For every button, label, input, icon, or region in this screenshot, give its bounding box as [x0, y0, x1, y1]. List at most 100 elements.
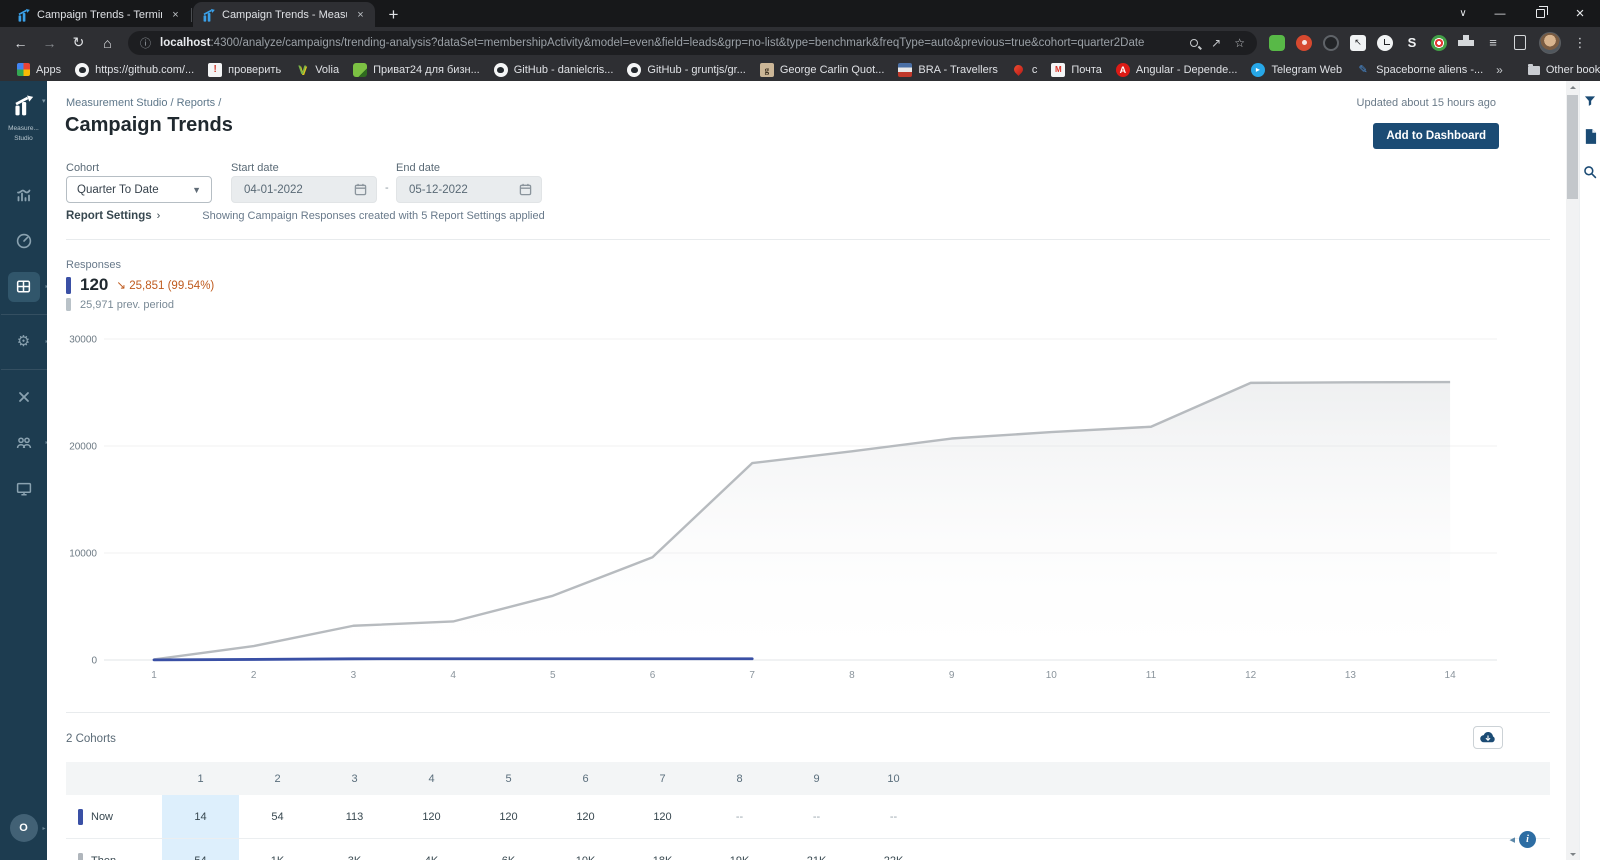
- home-button[interactable]: ⌂: [95, 30, 120, 55]
- s-letter-extension-icon[interactable]: S: [1404, 35, 1420, 51]
- back-button[interactable]: ←: [8, 30, 33, 55]
- grid-report-icon: [16, 280, 31, 293]
- clock-extension-icon[interactable]: [1377, 34, 1393, 51]
- table-cell[interactable]: 19K: [701, 839, 778, 860]
- table-cell[interactable]: --: [855, 795, 932, 838]
- sidebar-item-partners[interactable]: ▸: [8, 428, 49, 458]
- table-cell[interactable]: 4K: [393, 839, 470, 860]
- table-row[interactable]: Then 541K3K4K6K10K18K19K21K22K: [66, 839, 1550, 860]
- bookmark-item[interactable]: g George Carlin Quot...: [753, 61, 892, 79]
- bookmarks-overflow-chevron[interactable]: »: [1490, 63, 1509, 77]
- bookmark-star-icon[interactable]: ☆: [1234, 36, 1245, 50]
- table-cell[interactable]: 22K: [855, 839, 932, 860]
- address-bar[interactable]: ⓘ localhost:4300/analyze/campaigns/trend…: [128, 30, 1257, 55]
- scrollbar-thumb[interactable]: [1567, 95, 1578, 199]
- reload-button[interactable]: ↻: [66, 30, 91, 55]
- search-icon[interactable]: [1583, 165, 1597, 179]
- sidebar-item-tools[interactable]: [8, 382, 40, 412]
- sidebar-item-analytics[interactable]: [8, 180, 40, 210]
- puzzle-extensions-menu-icon[interactable]: [1458, 35, 1474, 51]
- scroll-down-arrow[interactable]: [1566, 848, 1579, 860]
- bookmark-item[interactable]: BRA - Travellers: [891, 61, 1004, 79]
- bookmark-item[interactable]: ▸ Telegram Web: [1244, 61, 1349, 79]
- tab-close-icon[interactable]: ×: [168, 7, 183, 22]
- table-cell[interactable]: 120: [547, 795, 624, 838]
- table-cell[interactable]: 113: [316, 795, 393, 838]
- window-restore-button[interactable]: [1520, 0, 1560, 27]
- cohort-value: Quarter To Date: [77, 183, 159, 196]
- scroll-up-arrow[interactable]: [1566, 81, 1579, 93]
- playlist-extension-icon[interactable]: ≡: [1485, 35, 1501, 51]
- tablet-device-icon[interactable]: [1512, 35, 1528, 51]
- table-cell[interactable]: 14: [162, 795, 239, 838]
- table-cell[interactable]: 120: [470, 795, 547, 838]
- table-cell[interactable]: 10K: [547, 839, 624, 860]
- table-cell[interactable]: 54: [162, 839, 239, 860]
- sidebar-item-presentations[interactable]: [8, 474, 40, 504]
- bookmark-item[interactable]: M Почта: [1044, 61, 1109, 79]
- dark-ring-extension-icon[interactable]: [1323, 34, 1339, 51]
- download-button[interactable]: [1473, 726, 1503, 749]
- share-icon[interactable]: ↗: [1211, 36, 1221, 50]
- table-cell[interactable]: 18K: [624, 839, 701, 860]
- breadcrumb[interactable]: Measurement Studio / Reports /: [66, 97, 221, 109]
- bookmark-item[interactable]: c: [1005, 61, 1045, 79]
- site-info-icon[interactable]: ⓘ: [140, 35, 151, 51]
- table-cell[interactable]: 54: [239, 795, 316, 838]
- red-record-extension-icon[interactable]: [1296, 34, 1312, 51]
- table-cell[interactable]: 6K: [470, 839, 547, 860]
- table-cell[interactable]: --: [778, 795, 855, 838]
- add-to-dashboard-button[interactable]: Add to Dashboard: [1373, 123, 1499, 149]
- bookmark-item[interactable]: ! проверить: [201, 61, 288, 79]
- user-avatar[interactable]: O ▸: [9, 814, 46, 842]
- bookmark-item[interactable]: V Volia: [288, 61, 346, 79]
- bookmark-item[interactable]: GitHub - gruntjs/gr...: [620, 61, 752, 79]
- document-icon[interactable]: [1584, 129, 1597, 144]
- browser-menu-icon[interactable]: ⋮: [1572, 35, 1588, 51]
- row-label: Then: [91, 855, 116, 860]
- bookmark-apps[interactable]: Apps: [10, 61, 68, 78]
- x-axis-tick-label: 14: [1445, 670, 1457, 681]
- browser-tab-measurement-studio[interactable]: Campaign Trends - Measuremen ×: [193, 2, 375, 27]
- start-date-input[interactable]: 04-01-2022: [231, 176, 377, 203]
- bookmark-item[interactable]: Приват24 для бизн...: [346, 61, 487, 79]
- vertical-scrollbar[interactable]: [1566, 81, 1579, 860]
- table-cell[interactable]: --: [701, 795, 778, 838]
- tab-close-icon[interactable]: ×: [353, 7, 368, 22]
- other-bookmarks-button[interactable]: Other bookmarks: [1521, 62, 1600, 78]
- table-row[interactable]: Now 14 54 113 120 120 120 120 -- -- --: [66, 795, 1550, 839]
- bookmark-item[interactable]: GitHub - danielcris...: [487, 61, 621, 79]
- forward-button[interactable]: →: [37, 30, 62, 55]
- end-date-input[interactable]: 05-12-2022: [396, 176, 542, 203]
- new-tab-button[interactable]: +: [381, 2, 406, 27]
- white-cursor-extension-icon[interactable]: ↖: [1350, 34, 1366, 51]
- table-cell[interactable]: 120: [624, 795, 701, 838]
- collapse-left-icon[interactable]: ◂: [1509, 833, 1515, 846]
- colorful-target-extension-icon[interactable]: [1431, 34, 1447, 51]
- bookmark-item[interactable]: A Angular - Depende...: [1109, 61, 1245, 79]
- report-settings-link[interactable]: Report Settings: [66, 210, 152, 222]
- cohort-select[interactable]: Quarter To Date ▼: [66, 176, 212, 203]
- info-icon[interactable]: i: [1519, 831, 1536, 848]
- sidebar-item-reports[interactable]: ▸: [7, 271, 49, 302]
- brand-logo[interactable]: ▾: [11, 94, 46, 121]
- browser-tab-terminus-hub[interactable]: Campaign Trends - Terminus Hub ×: [8, 2, 190, 27]
- green-shield-extension-icon[interactable]: [1269, 34, 1285, 51]
- table-cell[interactable]: 21K: [778, 839, 855, 860]
- window-minimize-button[interactable]: —: [1480, 0, 1520, 27]
- profile-avatar[interactable]: [1539, 31, 1561, 54]
- filter-funnel-icon[interactable]: [1583, 94, 1597, 108]
- folder-icon: [1527, 64, 1540, 75]
- url-text[interactable]: localhost:4300/analyze/campaigns/trendin…: [160, 37, 1180, 49]
- bookmark-item[interactable]: ✎ Spaceborne aliens -...: [1349, 61, 1490, 79]
- x-axis-tick-label: 4: [450, 670, 456, 681]
- bookmark-item[interactable]: https://github.com/...: [68, 61, 201, 79]
- zoom-icon[interactable]: [1190, 38, 1199, 47]
- table-cell[interactable]: 1K: [239, 839, 316, 860]
- table-cell[interactable]: 120: [393, 795, 470, 838]
- table-cell[interactable]: 3K: [316, 839, 393, 860]
- sidebar-item-dashboard[interactable]: [8, 226, 40, 256]
- sidebar-item-settings[interactable]: ⚙ ▸: [8, 327, 49, 357]
- window-close-button[interactable]: ×: [1560, 0, 1600, 27]
- tab-search-chevron-icon[interactable]: ∨: [1446, 0, 1480, 27]
